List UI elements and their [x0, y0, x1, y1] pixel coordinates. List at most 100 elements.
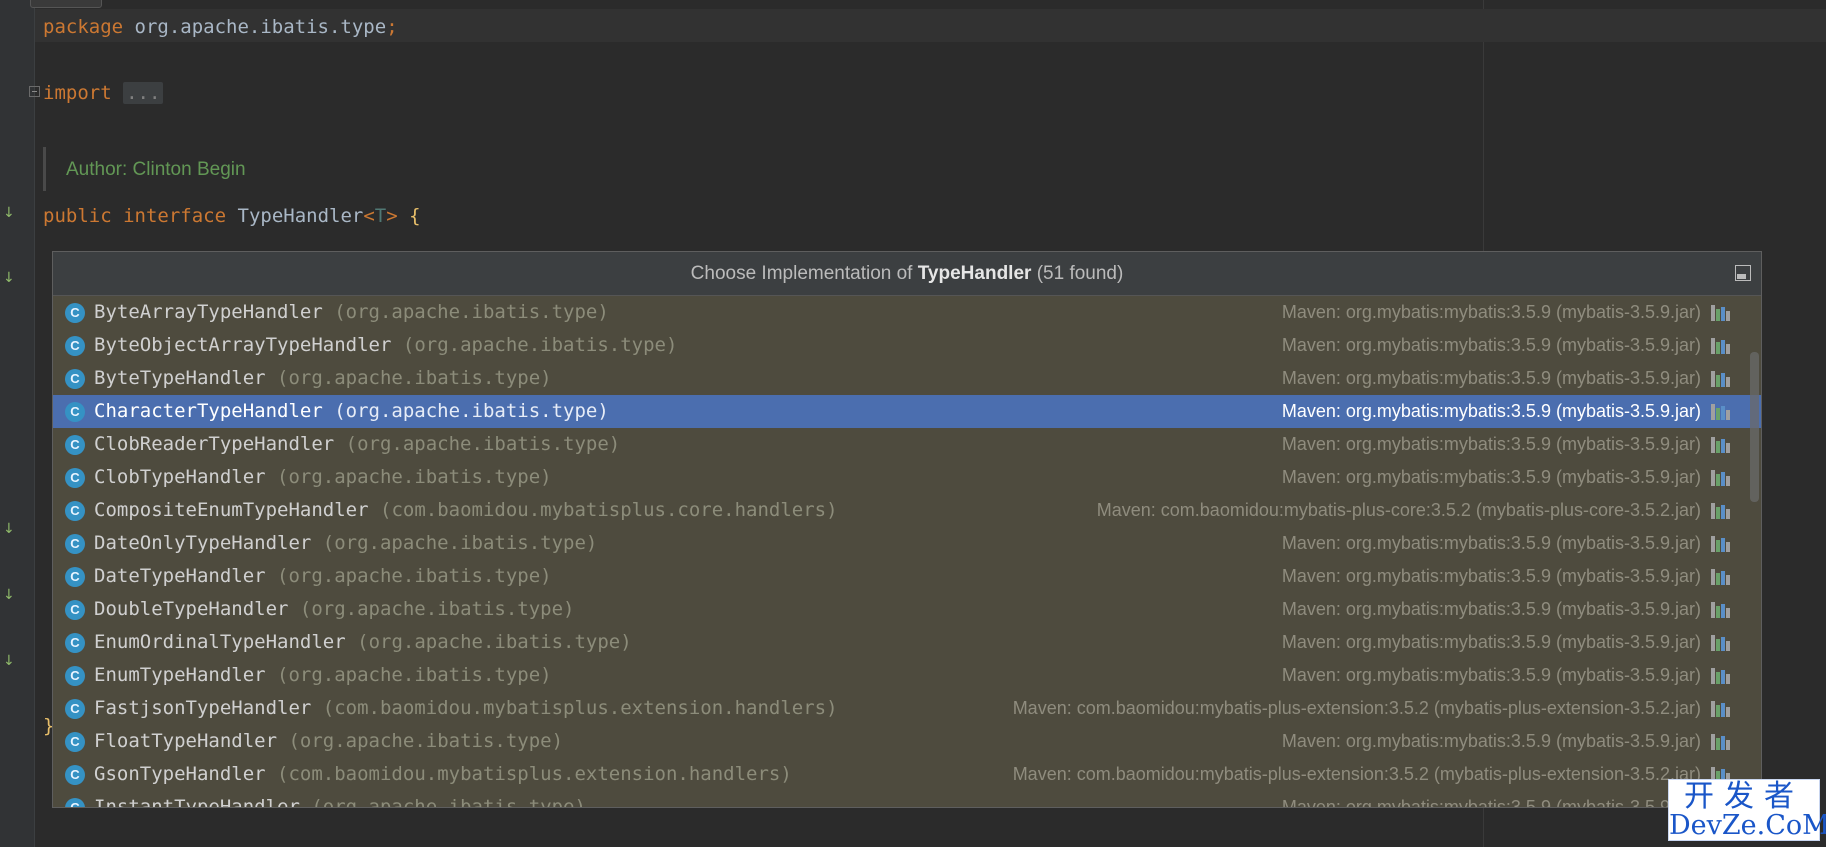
class-icon: C: [65, 666, 85, 686]
implementation-row[interactable]: C CharacterTypeHandler (org.apache.ibatis…: [53, 395, 1761, 428]
implementation-row[interactable]: C CompositeEnumTypeHandler (com.baomidou.…: [53, 494, 1761, 527]
implemented-gutter-icon[interactable]: ↓: [3, 587, 15, 604]
implementation-row[interactable]: C EnumTypeHandler (org.apache.ibatis.type…: [53, 659, 1761, 692]
implementation-row[interactable]: C GsonTypeHandler (com.baomidou.mybatispl…: [53, 758, 1761, 791]
class-icon: C: [65, 798, 85, 807]
library-source: Maven: org.mybatis:mybatis:3.5.9 (mybati…: [1281, 533, 1701, 553]
implementation-row[interactable]: C ClobReaderTypeHandler (org.apache.ibati…: [53, 428, 1761, 461]
class-name: CharacterTypeHandler: [94, 400, 323, 422]
class-package: (org.apache.ibatis.type): [402, 334, 678, 356]
implementation-row[interactable]: C DoubleTypeHandler (org.apache.ibatis.ty…: [53, 593, 1761, 626]
implementation-row[interactable]: C ByteTypeHandler (org.apache.ibatis.type…: [53, 362, 1761, 395]
class-package: (org.apache.ibatis.type): [311, 796, 586, 808]
implementation-row[interactable]: C InstantTypeHandler (org.apache.ibatis.t…: [53, 791, 1761, 808]
class-icon: C: [65, 567, 85, 587]
library-source: Maven: org.mybatis:mybatis:3.5.9 (mybati…: [1281, 434, 1701, 454]
library-source: Maven: org.mybatis:mybatis:3.5.9 (mybati…: [1281, 566, 1701, 586]
library-jar-icon: [1711, 437, 1731, 453]
class-label: FloatTypeHandler (org.apache.ibatis.type…: [94, 725, 563, 758]
interface-name[interactable]: TypeHandler: [238, 205, 364, 227]
folded-imports[interactable]: ...: [123, 82, 164, 104]
class-name: ByteObjectArrayTypeHandler: [94, 334, 392, 356]
library-source: Maven: com.baomidou:mybatis-plus-core:3.…: [1096, 500, 1701, 520]
class-label: GsonTypeHandler (com.baomidou.mybatisplu…: [94, 758, 792, 791]
editor-gutter: [0, 0, 34, 847]
implementation-row[interactable]: C ByteObjectArrayTypeHandler (org.apache.…: [53, 329, 1761, 362]
implemented-gutter-icon[interactable]: ↓: [3, 521, 15, 538]
library-jar-icon: [1711, 404, 1731, 420]
open-in-find-window-icon[interactable]: [1735, 265, 1751, 281]
open-brace: {: [409, 205, 421, 227]
package-semicolon: ;: [386, 16, 398, 38]
import-keyword: import: [43, 82, 112, 104]
class-name: ClobReaderTypeHandler: [94, 433, 335, 455]
popup-title-count: (51 found): [1031, 263, 1124, 284]
implemented-gutter-icon[interactable]: ↓: [3, 205, 15, 222]
site-watermark-logo: 开发者 DevZe.CoM: [1668, 779, 1826, 841]
library-jar-icon: [1711, 503, 1731, 519]
implemented-gutter-icon[interactable]: ↓: [3, 653, 15, 670]
implementation-list[interactable]: C ByteArrayTypeHandler (org.apache.ibatis…: [53, 296, 1761, 808]
class-name: GsonTypeHandler: [94, 763, 266, 785]
library-jar-icon: [1711, 701, 1731, 717]
implementation-row[interactable]: C FastjsonTypeHandler (com.baomidou.mybat…: [53, 692, 1761, 725]
library-source: Maven: org.mybatis:mybatis:3.5.9 (mybati…: [1281, 665, 1701, 685]
class-package: (org.apache.ibatis.type): [277, 565, 552, 587]
library-jar-icon: [1711, 602, 1731, 618]
class-name: DateTypeHandler: [94, 565, 266, 587]
import-line[interactable]: import ...: [43, 80, 164, 106]
type-param: T: [374, 205, 387, 227]
class-package: (com.baomidou.mybatisplus.core.handlers): [380, 499, 838, 521]
class-package: (org.apache.ibatis.type): [277, 664, 552, 686]
implemented-gutter-icon[interactable]: ↓: [3, 270, 15, 287]
list-scrollbar[interactable]: [1750, 352, 1759, 502]
class-package: (org.apache.ibatis.type): [345, 433, 621, 455]
class-label: ByteTypeHandler (org.apache.ibatis.type): [94, 362, 552, 395]
class-name: FastjsonTypeHandler: [94, 697, 312, 719]
popup-header: Choose Implementation of TypeHandler (51…: [53, 252, 1761, 296]
class-package: (org.apache.ibatis.type): [334, 400, 609, 422]
watermark-cn-text: 开发者: [1684, 779, 1804, 814]
public-keyword: public: [43, 205, 112, 227]
implementation-row[interactable]: C FloatTypeHandler (org.apache.ibatis.typ…: [53, 725, 1761, 758]
implementation-row[interactable]: C ClobTypeHandler (org.apache.ibatis.type…: [53, 461, 1761, 494]
class-icon: C: [65, 699, 85, 719]
type-param-close: >: [386, 205, 398, 227]
class-name: ByteTypeHandler: [94, 367, 266, 389]
package-line[interactable]: package org.apache.ibatis.type;: [43, 14, 398, 40]
class-icon: C: [65, 435, 85, 455]
class-icon: C: [65, 468, 85, 488]
library-source: Maven: org.mybatis:mybatis:3.5.9 (mybati…: [1281, 632, 1701, 652]
class-package: (com.baomidou.mybatisplus.extension.hand…: [277, 763, 792, 785]
class-name: DoubleTypeHandler: [94, 598, 289, 620]
interface-declaration-line[interactable]: public interface TypeHandler<T> {: [43, 203, 421, 229]
library-source: Maven: org.mybatis:mybatis:3.5.9 (mybati…: [1281, 467, 1701, 487]
interface-keyword: interface: [123, 205, 227, 227]
library-source: Maven: com.baomidou:mybatis-plus-extensi…: [1012, 698, 1701, 718]
class-package: (org.apache.ibatis.type): [299, 598, 575, 620]
library-source: Maven: com.baomidou:mybatis-plus-extensi…: [1012, 764, 1701, 784]
popup-title-prefix: Choose Implementation of: [690, 263, 918, 284]
library-source: Maven: org.mybatis:mybatis:3.5.9 (mybati…: [1281, 302, 1701, 322]
library-jar-icon: [1711, 536, 1731, 552]
class-icon: C: [65, 534, 85, 554]
folded-region-marker[interactable]: [30, 0, 102, 8]
implementation-row[interactable]: C DateOnlyTypeHandler (org.apache.ibatis.…: [53, 527, 1761, 560]
implementation-row[interactable]: C DateTypeHandler (org.apache.ibatis.type…: [53, 560, 1761, 593]
library-jar-icon: [1711, 734, 1731, 750]
class-package: (org.apache.ibatis.type): [322, 532, 598, 554]
implementation-row[interactable]: C ByteArrayTypeHandler (org.apache.ibatis…: [53, 296, 1761, 329]
class-package: (org.apache.ibatis.type): [334, 301, 609, 323]
type-param-open: <: [363, 205, 375, 227]
class-icon: C: [65, 336, 85, 356]
implementation-row[interactable]: C EnumOrdinalTypeHandler (org.apache.ibat…: [53, 626, 1761, 659]
class-label: CompositeEnumTypeHandler (com.baomidou.m…: [94, 494, 838, 527]
class-icon: C: [65, 402, 85, 422]
choose-implementation-popup[interactable]: Choose Implementation of TypeHandler (51…: [52, 251, 1762, 808]
package-keyword: package: [43, 16, 124, 38]
library-source: Maven: org.mybatis:mybatis:3.5.9 (mybati…: [1281, 599, 1701, 619]
class-label: ByteObjectArrayTypeHandler (org.apache.i…: [94, 329, 677, 362]
fold-toggle-icon[interactable]: [29, 86, 40, 97]
class-package: (org.apache.ibatis.type): [277, 367, 552, 389]
class-label: ClobReaderTypeHandler (org.apache.ibatis…: [94, 428, 620, 461]
